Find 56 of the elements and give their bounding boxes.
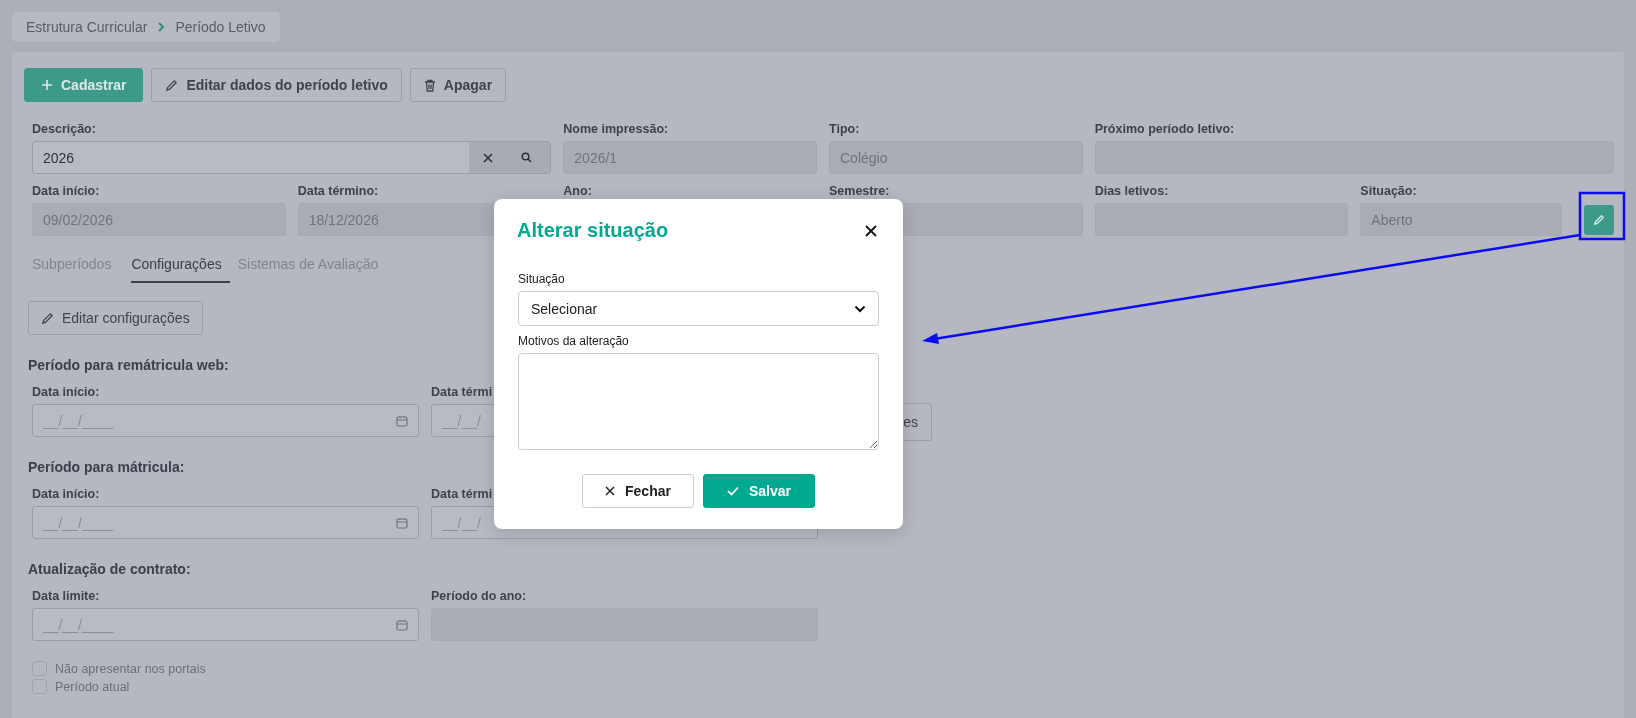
edit-status-button[interactable]: [1584, 204, 1614, 235]
breadcrumb-link[interactable]: Período Letivo: [175, 19, 266, 35]
search-field[interactable]: 2026: [32, 141, 552, 174]
field-label: Descrição:: [32, 122, 96, 136]
highlight-frame: [1578, 191, 1626, 241]
save-button[interactable]: Salvar: [703, 474, 815, 508]
text-field: 2026/1: [563, 141, 817, 174]
close-icon[interactable]: [865, 224, 877, 237]
field-label: Data início:: [32, 487, 100, 501]
text-field: 09/02/2026: [32, 203, 286, 236]
section-heading: Período para remátricula web:: [28, 357, 229, 373]
trash-icon: [423, 78, 436, 92]
field-label: Data início:: [32, 385, 100, 399]
edit-settings-button[interactable]: Editar configurações: [28, 301, 203, 335]
section-heading: Atualização de contrato:: [28, 561, 191, 577]
delete-button[interactable]: Apagar: [409, 68, 507, 102]
add-button[interactable]: Cadastrar: [24, 68, 144, 102]
select-field[interactable]: Selecionar: [518, 291, 879, 326]
section-heading: Período para mátricula:: [28, 459, 185, 475]
field-label: Nome impressão:: [563, 122, 669, 136]
field-label: Data térmi: [431, 487, 493, 501]
pencil-icon: [41, 311, 54, 325]
calendar-icon: [396, 414, 408, 427]
plus-icon: [41, 79, 53, 91]
status-field: Aberto: [1360, 203, 1562, 236]
field-label: Tipo:: [829, 122, 860, 136]
breadcrumb-link[interactable]: Estrutura Curricular: [26, 19, 148, 35]
tab[interactable]: Configurações: [131, 250, 230, 283]
field-label: Situação: [518, 272, 565, 286]
field-label: Próximo período letivo:: [1094, 122, 1235, 136]
field-label: Dias letivos:: [1094, 184, 1169, 198]
field-label: Data início:: [32, 184, 100, 198]
chevron-down-icon: [854, 304, 866, 313]
field-label: Semestre:: [829, 184, 890, 198]
field-label: Data término:: [297, 184, 379, 198]
reason-textarea[interactable]: [518, 353, 879, 450]
field-label: Período do ano:: [431, 589, 527, 603]
clear-icon[interactable]: [483, 152, 494, 163]
close-icon: [605, 486, 616, 496]
close-button[interactable]: Fechar: [582, 474, 694, 508]
calendar-icon: [396, 618, 408, 631]
field-label: Data térmi: [431, 385, 493, 399]
field-label: Data limite:: [32, 589, 100, 603]
calendar-icon: [396, 516, 408, 529]
checkbox-label: Período atual: [55, 679, 130, 694]
chevron-right-icon: [157, 21, 166, 33]
field-label: Motivos da alteração: [518, 334, 629, 348]
edit-button[interactable]: Editar dados do período letivo: [151, 68, 402, 102]
field-label: Ano:: [563, 184, 592, 198]
text-field: Colégio: [829, 141, 1083, 174]
pencil-icon: [165, 78, 179, 92]
field-label: Situação:: [1360, 184, 1417, 198]
checkmark-icon: [726, 486, 739, 496]
checkbox-label: Não apresentar nos portais: [55, 661, 206, 676]
search-icon[interactable]: [521, 152, 533, 163]
pencil-icon: [1593, 213, 1605, 226]
